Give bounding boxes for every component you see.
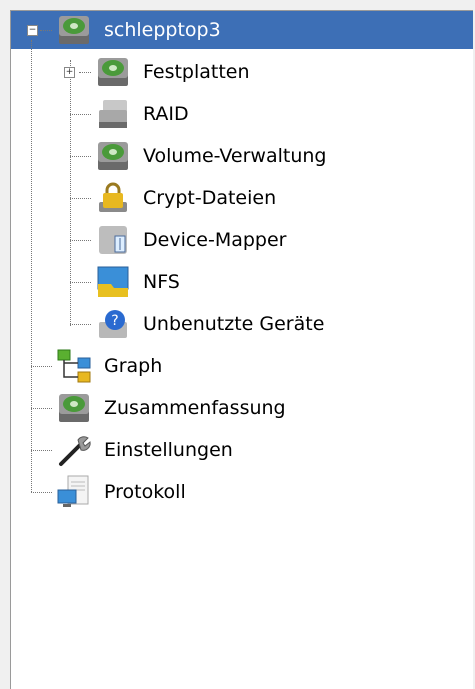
tree-item-graph[interactable]: Graph [56, 346, 162, 386]
expand-icon[interactable]: + [64, 67, 75, 78]
tree-item-protokoll[interactable]: Protokoll [56, 472, 186, 512]
tree-item-label: NFS [143, 271, 180, 293]
wrench-icon [59, 436, 91, 466]
tree-branch [70, 156, 91, 157]
summary-disk-icon [59, 394, 89, 422]
tree-line-root [31, 40, 32, 492]
tree-item-volume-verwaltung[interactable]: Volume-Verwaltung [95, 136, 327, 176]
volume-disk-icon [98, 142, 128, 170]
tree-item-schlepptop3[interactable]: schlepptop3 [56, 10, 221, 50]
tree-item-label: Device-Mapper [143, 229, 287, 251]
tree-item-festplatten[interactable]: Festplatten [95, 52, 250, 92]
hard-disk-icon [98, 58, 128, 86]
collapse-icon[interactable]: − [27, 25, 38, 36]
tree-branch [79, 72, 91, 73]
tree-branch [70, 114, 91, 115]
tree-branch [70, 324, 91, 325]
unused-device-icon: ? [99, 310, 127, 338]
tree-item-label: RAID [143, 103, 189, 125]
tree-item-label: Festplatten [143, 61, 250, 83]
tree-item-label: Graph [104, 355, 163, 377]
tree-item-label: Unbenutzte Geräte [143, 313, 325, 335]
tree-item-raid[interactable]: RAID [95, 94, 189, 134]
tree-item-label: Volume-Verwaltung [143, 145, 327, 167]
tree-item-label: schlepptop3 [104, 19, 221, 41]
tree-branch [31, 492, 52, 493]
tree-item-label: Einstellungen [104, 439, 233, 461]
tree-branch [31, 450, 52, 451]
tree-branch [70, 282, 91, 283]
log-document-icon [57, 475, 89, 507]
tree-branch [31, 366, 52, 367]
tree-item-label: Protokoll [104, 481, 186, 503]
tree-item-einstellungen[interactable]: Einstellungen [56, 430, 233, 470]
tree-branch [70, 240, 91, 241]
device-mapper-icon [99, 226, 127, 254]
graph-icon [57, 349, 91, 383]
tree-line-children [70, 60, 71, 326]
tree-branch [70, 198, 91, 199]
lock-icon [99, 182, 127, 212]
folder-network-icon [97, 266, 129, 297]
tree-item-unbenutzte-geraete[interactable]: ? Unbenutzte Geräte [95, 304, 324, 344]
hard-disk-icon [59, 16, 89, 44]
tree-item-zusammenfassung[interactable]: Zusammenfassung [56, 388, 286, 428]
tree-item-nfs[interactable]: NFS [95, 262, 180, 302]
tree-item-device-mapper[interactable]: Device-Mapper [95, 220, 287, 260]
tree-item-label: Crypt-Dateien [143, 187, 277, 209]
raid-disk-icon [99, 100, 127, 128]
tree-item-crypt-dateien[interactable]: Crypt-Dateien [95, 178, 276, 218]
tree-branch [31, 408, 52, 409]
tree-branch [40, 30, 52, 31]
svg-text:?: ? [111, 313, 118, 329]
tree-item-label: Zusammenfassung [104, 397, 286, 419]
